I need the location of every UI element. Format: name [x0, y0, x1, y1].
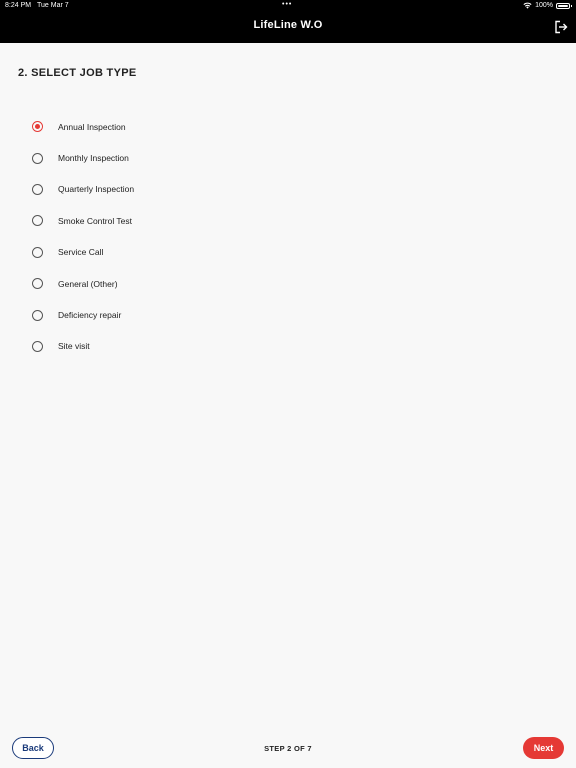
job-type-label: Site visit [58, 341, 90, 352]
radio-button[interactable] [32, 152, 43, 164]
radio-button[interactable] [32, 183, 43, 195]
job-type-label: Quarterly Inspection [58, 184, 135, 195]
job-type-option[interactable]: Annual Inspection [32, 111, 134, 142]
job-type-label: Smoke Control Test [58, 215, 133, 226]
radio-button[interactable] [32, 278, 43, 290]
status-bar: 8:24 PM Tue Mar 7 ••• 100% [0, 0, 576, 12]
app-header: 8:24 PM Tue Mar 7 ••• 100% LifeLine W.O [0, 0, 576, 43]
job-type-option[interactable]: Monthly Inspection [32, 142, 134, 173]
app-title: LifeLine W.O [253, 19, 323, 31]
job-type-option[interactable]: Deficiency repair [32, 299, 134, 330]
status-date: Tue Mar 7 [37, 2, 69, 9]
job-type-option[interactable]: Smoke Control Test [32, 205, 134, 236]
wifi-icon [523, 2, 532, 9]
multitasking-dots-icon[interactable]: ••• [282, 1, 292, 8]
logout-icon [555, 20, 568, 34]
radio-button[interactable] [32, 121, 43, 133]
job-type-label: Deficiency repair [58, 310, 122, 321]
logout-button[interactable] [554, 20, 568, 34]
section-title: 2. SELECT JOB TYPE [18, 67, 137, 79]
next-button[interactable]: Next [523, 737, 564, 759]
job-type-option[interactable]: Site visit [32, 331, 134, 362]
battery-icon [556, 2, 572, 9]
job-type-label: Monthly Inspection [58, 153, 129, 164]
radio-button[interactable] [32, 246, 43, 258]
radio-button[interactable] [32, 309, 43, 321]
job-type-list: Annual Inspection Monthly Inspection Qua… [32, 111, 134, 362]
step-indicator: STEP 2 OF 7 [264, 744, 312, 753]
job-type-option[interactable]: Quarterly Inspection [32, 174, 134, 205]
app-screen: 8:24 PM Tue Mar 7 ••• 100% LifeLine W.O [0, 0, 576, 768]
job-type-option[interactable]: Service Call [32, 237, 134, 268]
status-time: 8:24 PM [5, 2, 32, 9]
battery-percent: 100% [535, 2, 553, 9]
job-type-option[interactable]: General (Other) [32, 268, 134, 299]
job-type-label: General (Other) [58, 278, 118, 289]
radio-button[interactable] [32, 340, 43, 352]
radio-button[interactable] [32, 215, 43, 227]
job-type-label: Service Call [58, 247, 104, 258]
job-type-label: Annual Inspection [58, 121, 126, 132]
status-indicators: 100% [523, 2, 572, 9]
